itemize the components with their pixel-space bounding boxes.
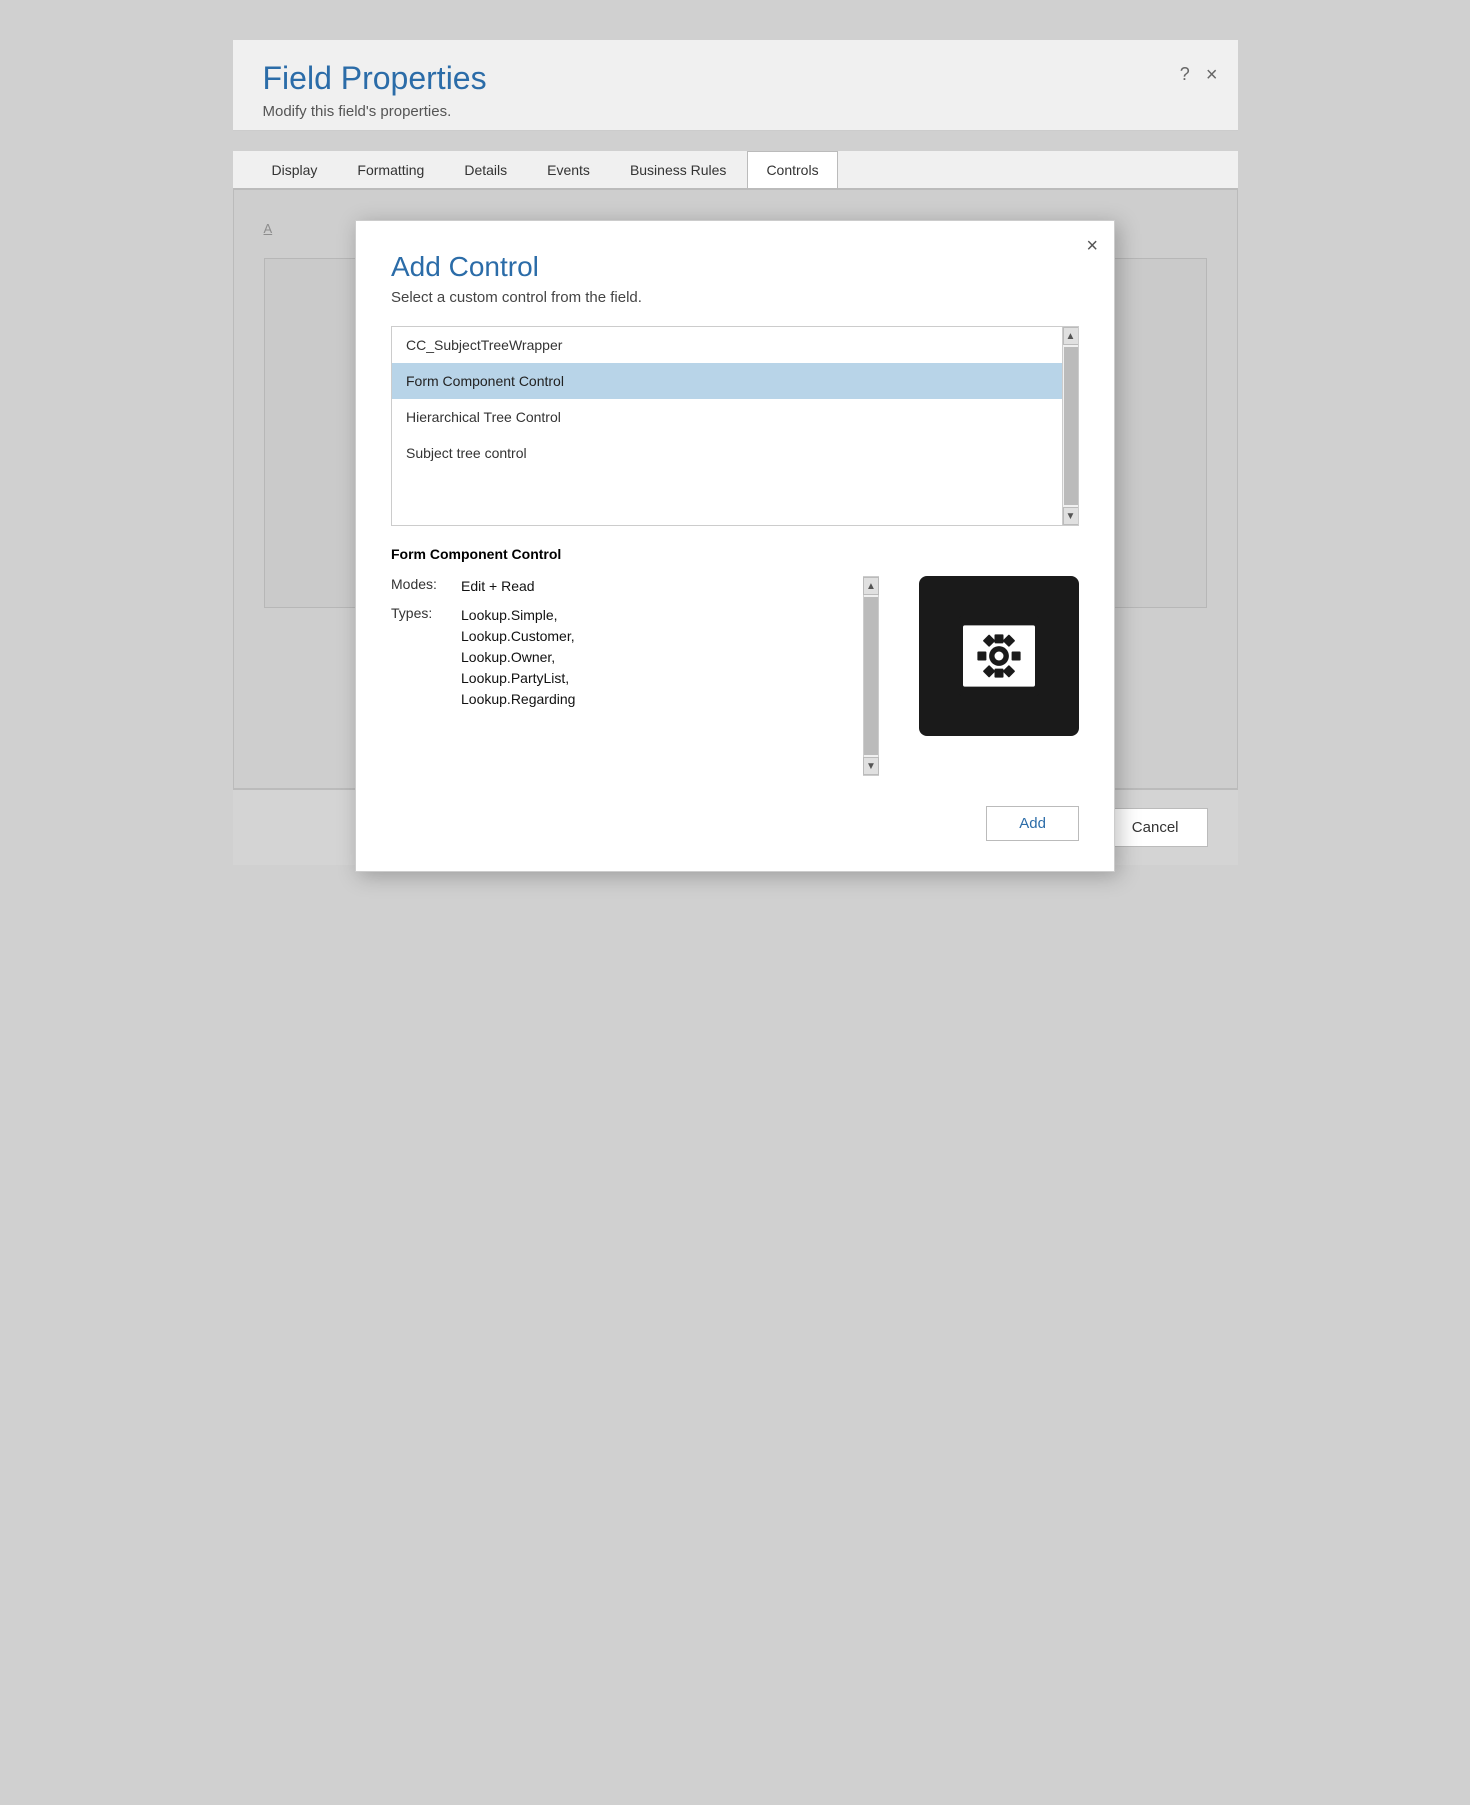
page-container: Field Properties Modify this field's pro… xyxy=(233,0,1238,865)
cancel-button[interactable]: Cancel xyxy=(1103,808,1208,847)
list-item-hierarchical[interactable]: Hierarchical Tree Control xyxy=(392,399,1078,435)
detail-section: Form Component Control Modes: Edit + Rea… xyxy=(391,546,1079,776)
detail-scroll-track xyxy=(864,597,878,755)
modal-close-icon[interactable]: × xyxy=(1086,235,1098,258)
list-item-form-component[interactable]: Form Component Control xyxy=(392,363,1078,399)
detail-left: Modes: Edit + Read Types: Lookup.Simple,… xyxy=(391,576,879,776)
list-item-cc-subject[interactable]: CC_SubjectTreeWrapper xyxy=(392,327,1078,363)
modal-footer: Add xyxy=(391,806,1079,841)
tab-display[interactable]: Display xyxy=(253,151,337,188)
detail-table: Modes: Edit + Read Types: Lookup.Simple,… xyxy=(391,576,853,776)
detail-content: Modes: Edit + Read Types: Lookup.Simple,… xyxy=(391,576,1079,776)
field-properties-title: Field Properties xyxy=(263,60,1208,97)
window-close-icon[interactable]: × xyxy=(1206,64,1218,87)
field-properties-panel: Field Properties Modify this field's pro… xyxy=(233,40,1238,865)
detail-section-title: Form Component Control xyxy=(391,546,1079,562)
listbox-inner: CC_SubjectTreeWrapper Form Component Con… xyxy=(392,327,1078,525)
field-properties-subtitle: Modify this field's properties. xyxy=(263,103,1208,120)
scroll-down-arrow[interactable]: ▼ xyxy=(1063,507,1079,525)
gear-icon xyxy=(954,611,1044,701)
detail-row-modes: Modes: Edit + Read xyxy=(391,576,853,597)
scroll-track xyxy=(1064,347,1078,505)
detail-scrollbar: ▲ ▼ xyxy=(863,576,879,776)
detail-row-types: Types: Lookup.Simple,Lookup.Customer,Loo… xyxy=(391,605,853,710)
detail-scroll-down[interactable]: ▼ xyxy=(863,757,879,775)
control-icon xyxy=(919,576,1079,736)
tab-controls[interactable]: Controls xyxy=(747,151,837,188)
tab-details[interactable]: Details xyxy=(445,151,526,188)
control-listbox: CC_SubjectTreeWrapper Form Component Con… xyxy=(391,326,1079,526)
modal-title: Add Control xyxy=(391,251,1079,283)
header-icons: ? × xyxy=(1180,64,1218,87)
listbox-scrollbar: ▲ ▼ xyxy=(1062,327,1078,525)
field-properties-header: Field Properties Modify this field's pro… xyxy=(233,40,1238,131)
modal-overlay: × Add Control Select a custom control fr… xyxy=(234,190,1237,788)
main-content: A × Add Control Select a custom control … xyxy=(233,189,1238,789)
list-item-subject-tree[interactable]: Subject tree control xyxy=(392,435,1078,471)
tab-events[interactable]: Events xyxy=(528,151,609,188)
modes-label: Modes: xyxy=(391,576,461,592)
modal-dialog: × Add Control Select a custom control fr… xyxy=(355,220,1115,872)
types-label: Types: xyxy=(391,605,461,621)
modes-value: Edit + Read xyxy=(461,576,535,597)
help-icon[interactable]: ? xyxy=(1180,64,1190,87)
modal-subtitle: Select a custom control from the field. xyxy=(391,289,1079,306)
tab-formatting[interactable]: Formatting xyxy=(338,151,443,188)
types-value: Lookup.Simple,Lookup.Customer,Lookup.Own… xyxy=(461,605,575,710)
tabs-bar: Display Formatting Details Events Busine… xyxy=(233,151,1238,189)
scroll-up-arrow[interactable]: ▲ xyxy=(1063,327,1079,345)
detail-scroll-up[interactable]: ▲ xyxy=(863,577,879,595)
tab-business-rules[interactable]: Business Rules xyxy=(611,151,746,188)
add-button[interactable]: Add xyxy=(986,806,1079,841)
